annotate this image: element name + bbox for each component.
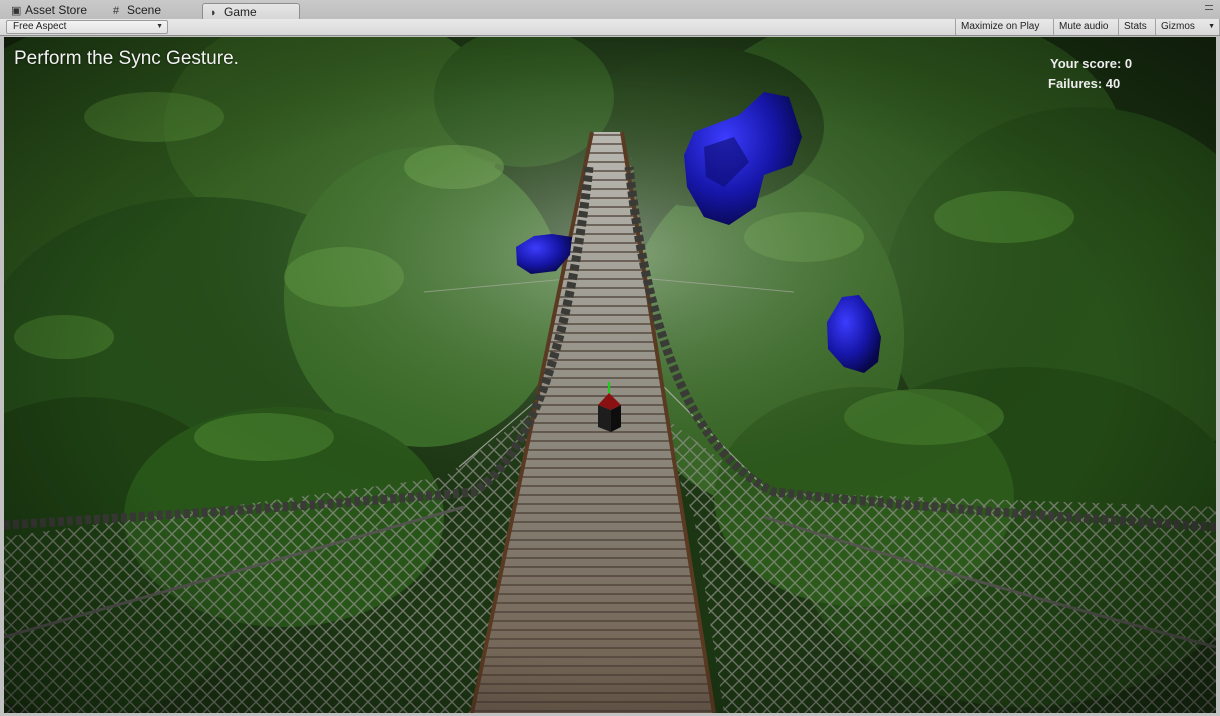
maximize-on-play-toggle[interactable]: Maximize on Play: [955, 19, 1053, 35]
aspect-dropdown-label: Free Aspect: [13, 21, 67, 32]
chevron-down-icon: ▼: [156, 23, 163, 30]
window-menu-icon[interactable]: [1204, 2, 1214, 14]
tab-game[interactable]: ◗ Game: [202, 3, 300, 20]
forest-bridge-scene: [4, 37, 1216, 713]
game-viewport[interactable]: Perform the Sync Gesture. Your score: 0 …: [4, 37, 1216, 713]
editor-tab-strip: ▣ Asset Store # Scene ◗ Game: [0, 0, 1220, 20]
gesture-prompt: Perform the Sync Gesture.: [14, 48, 239, 69]
tab-game-label: Game: [224, 5, 257, 19]
shopping-bag-icon: ▣: [11, 5, 22, 17]
tab-scene[interactable]: # Scene: [106, 2, 198, 19]
score-label: Your score: 0: [1050, 56, 1133, 71]
game-toolbar: Free Aspect ▼ Maximize on Play Mute audi…: [0, 19, 1220, 36]
gizmos-dropdown[interactable]: Gizmos ▼: [1155, 19, 1220, 35]
chevron-down-icon: ▼: [1208, 23, 1215, 30]
gizmos-label: Gizmos: [1161, 21, 1195, 32]
aspect-dropdown[interactable]: Free Aspect ▼: [6, 20, 168, 34]
mute-audio-toggle[interactable]: Mute audio: [1053, 19, 1118, 35]
tab-asset-store[interactable]: ▣ Asset Store: [4, 2, 106, 19]
grid-icon: #: [113, 5, 120, 17]
stats-toggle[interactable]: Stats: [1118, 19, 1155, 35]
tab-asset-store-label: Asset Store: [25, 3, 88, 17]
failures-label: Failures: 40: [1048, 76, 1121, 91]
tab-scene-label: Scene: [127, 3, 162, 17]
